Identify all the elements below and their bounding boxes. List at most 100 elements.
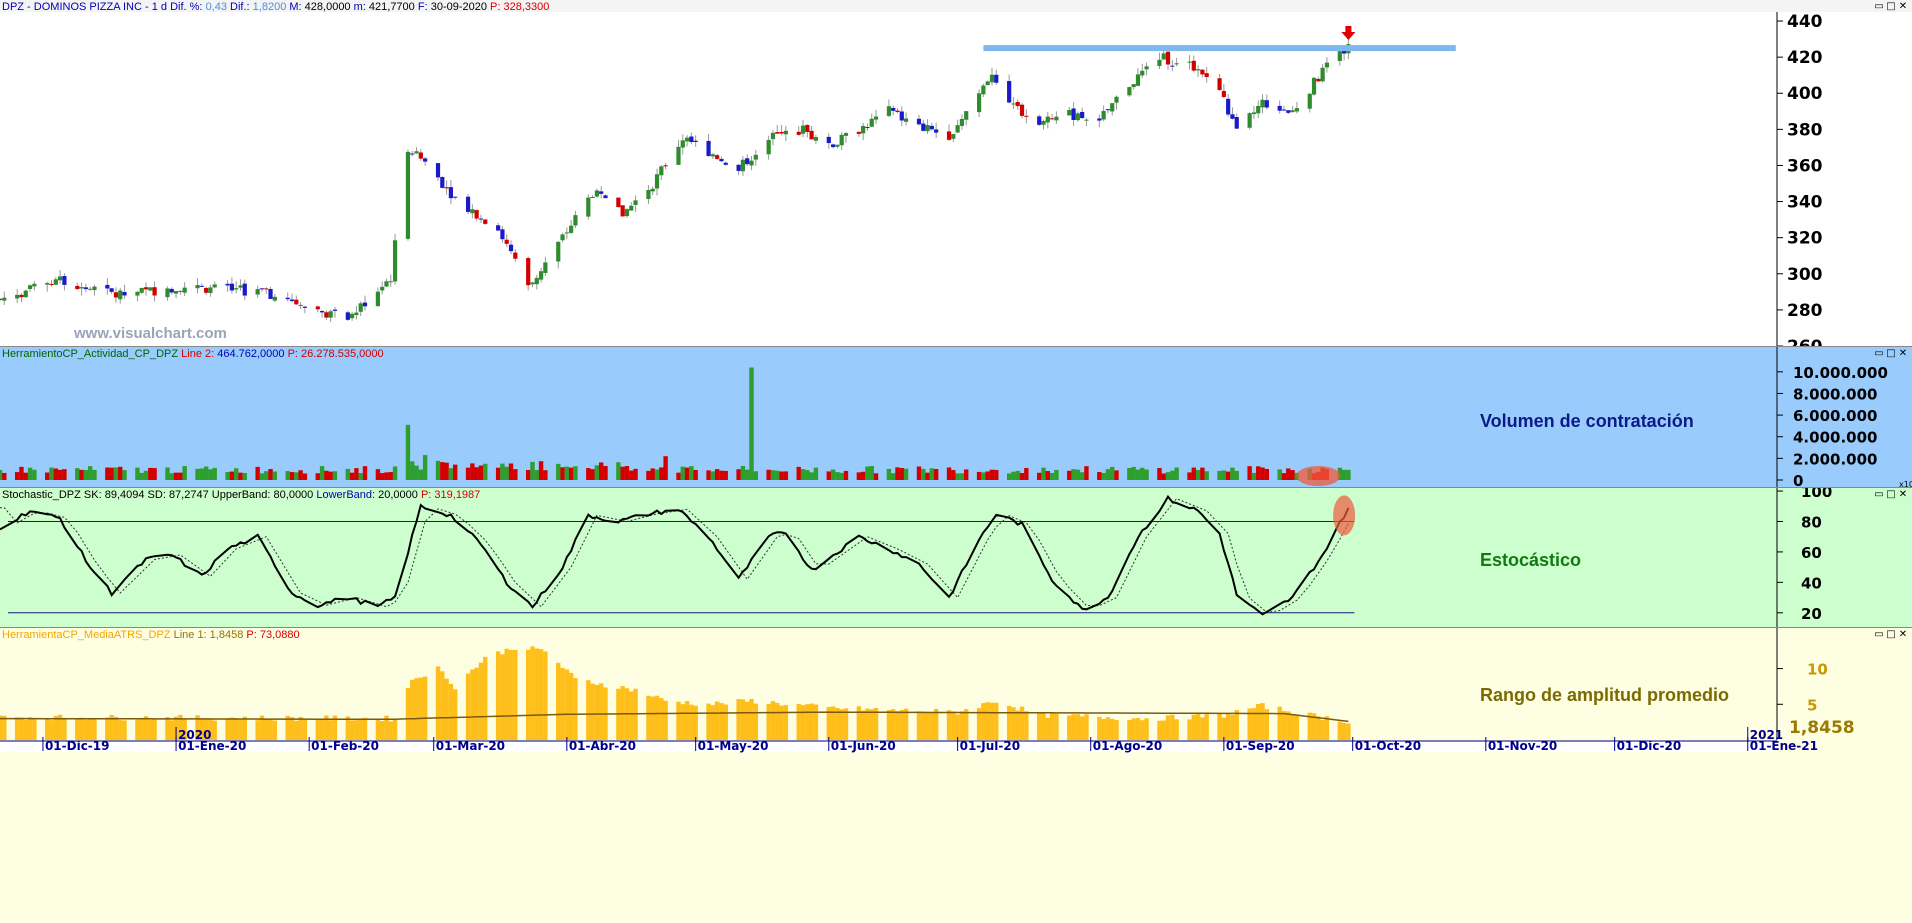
x-axis-tick-label: 01-Jun-20 xyxy=(831,739,896,753)
atr-bar xyxy=(388,721,393,740)
atr-bar xyxy=(650,696,655,740)
atr-bar xyxy=(1101,718,1106,740)
stoch-sd-label: SD: xyxy=(144,489,169,501)
maximize-icon[interactable]: □ xyxy=(1886,489,1896,500)
price-y-tick-label: 420 xyxy=(1787,48,1823,68)
atr-bar xyxy=(23,720,28,740)
volume-bar xyxy=(1256,466,1261,480)
atr-bar xyxy=(534,648,539,740)
atr-panel[interactable]: HerramientaCP_MediaATRS_DPZ Line 1: 1,84… xyxy=(0,627,1912,923)
candle-body xyxy=(1067,109,1072,116)
atr-bar xyxy=(1114,720,1119,740)
candle-body xyxy=(569,225,574,233)
x-axis-tick-label: 01-Abr-20 xyxy=(569,739,636,753)
volume-bar xyxy=(659,467,664,480)
candle-body xyxy=(964,111,969,120)
atr-bar xyxy=(478,662,484,740)
maximize-icon[interactable]: □ xyxy=(1886,629,1896,640)
candle-body xyxy=(315,306,320,310)
volume-bar xyxy=(328,471,333,480)
volume-bar xyxy=(152,468,157,480)
volume-bar xyxy=(916,466,922,480)
max-value: 428,0000 xyxy=(304,1,351,13)
minimize-icon[interactable]: ▭ xyxy=(1874,489,1884,500)
atr-bar xyxy=(676,701,681,740)
candle-body xyxy=(1011,103,1016,105)
candle-body xyxy=(770,132,776,140)
atr-bar xyxy=(1281,711,1287,740)
candle-body xyxy=(49,283,54,285)
minimize-icon[interactable]: ▭ xyxy=(1874,1,1884,12)
atr-bar xyxy=(1067,715,1072,740)
volume-bar xyxy=(268,469,273,480)
atr-bar xyxy=(27,717,33,740)
volume-bar xyxy=(379,473,385,480)
candle-body xyxy=(182,287,187,293)
volume-bar xyxy=(1144,469,1149,480)
atr-bar xyxy=(538,649,544,740)
atr-bar xyxy=(225,718,230,740)
volume-bar xyxy=(1084,466,1089,480)
volume-bar xyxy=(75,468,80,480)
volume-bar xyxy=(483,463,488,480)
minimize-icon[interactable]: ▭ xyxy=(1874,348,1884,359)
volume-bar xyxy=(1277,469,1282,480)
atr-bar xyxy=(135,719,140,740)
volume-bar xyxy=(745,469,750,480)
atr-bar xyxy=(770,701,776,740)
atr-bar xyxy=(805,704,810,740)
candle-body xyxy=(440,176,445,188)
candle-body xyxy=(659,166,664,176)
volume-bar xyxy=(684,467,690,480)
x-axis-tick-label: 01-Sep-20 xyxy=(1226,739,1295,753)
volume-bar xyxy=(556,463,561,480)
maximize-icon[interactable]: □ xyxy=(1886,1,1896,12)
candle-body xyxy=(410,153,415,155)
candle-body xyxy=(573,215,578,226)
volume-bar xyxy=(573,466,578,480)
volume-bar xyxy=(805,470,810,480)
volume-bar xyxy=(564,466,570,480)
price-panel[interactable]: DPZ - DOMINOS PIZZA INC - 1 d Dif. %: 0,… xyxy=(0,0,1912,346)
volume-bar xyxy=(959,473,965,480)
minimize-icon[interactable]: ▭ xyxy=(1874,629,1884,640)
volume-bar xyxy=(272,471,278,480)
atr-bar xyxy=(349,720,355,740)
atr-bar xyxy=(1195,713,1201,740)
volume-bar xyxy=(886,468,892,480)
atr-bar xyxy=(319,719,325,740)
candle-body xyxy=(723,162,728,165)
stochastic-panel[interactable]: Stochastic_DPZ SK: 89,4094 SD: 87,2747 U… xyxy=(0,487,1912,628)
candle-body xyxy=(1080,111,1085,119)
candle-body xyxy=(1290,110,1295,113)
price-y-tick-label: 300 xyxy=(1787,265,1823,285)
volume-bar xyxy=(749,367,754,480)
candle-body xyxy=(1157,59,1162,67)
volume-bar xyxy=(1174,467,1179,480)
price-y-tick-label: 260 xyxy=(1787,337,1823,346)
close-icon[interactable]: ✕ xyxy=(1898,348,1908,359)
atr-bar xyxy=(925,711,930,740)
volume-bar xyxy=(444,462,449,480)
candle-body xyxy=(835,144,840,147)
volume-bar xyxy=(2,472,7,480)
candle-body xyxy=(1200,69,1205,75)
volume-bar xyxy=(242,473,247,480)
atr-bar xyxy=(1006,705,1012,740)
atr-bar xyxy=(465,673,471,740)
price-window-buttons: ▭ □ ✕ xyxy=(1872,1,1908,12)
candle-body xyxy=(1320,67,1325,82)
x-axis-tick-label: 01-Mar-20 xyxy=(436,739,505,753)
volume-bar xyxy=(899,468,904,480)
candle-body xyxy=(916,118,922,125)
volume-bar xyxy=(860,471,866,480)
atr-bar xyxy=(921,712,926,740)
volume-bar xyxy=(238,472,243,480)
close-icon[interactable]: ✕ xyxy=(1898,1,1908,12)
candle-body xyxy=(92,286,97,291)
close-icon[interactable]: ✕ xyxy=(1898,489,1908,500)
volume-bar xyxy=(199,468,205,480)
volume-panel[interactable]: HerramientoCP_Actividad_CP_DPZ Line 2: 4… xyxy=(0,346,1912,488)
maximize-icon[interactable]: □ xyxy=(1886,348,1896,359)
close-icon[interactable]: ✕ xyxy=(1898,629,1908,640)
